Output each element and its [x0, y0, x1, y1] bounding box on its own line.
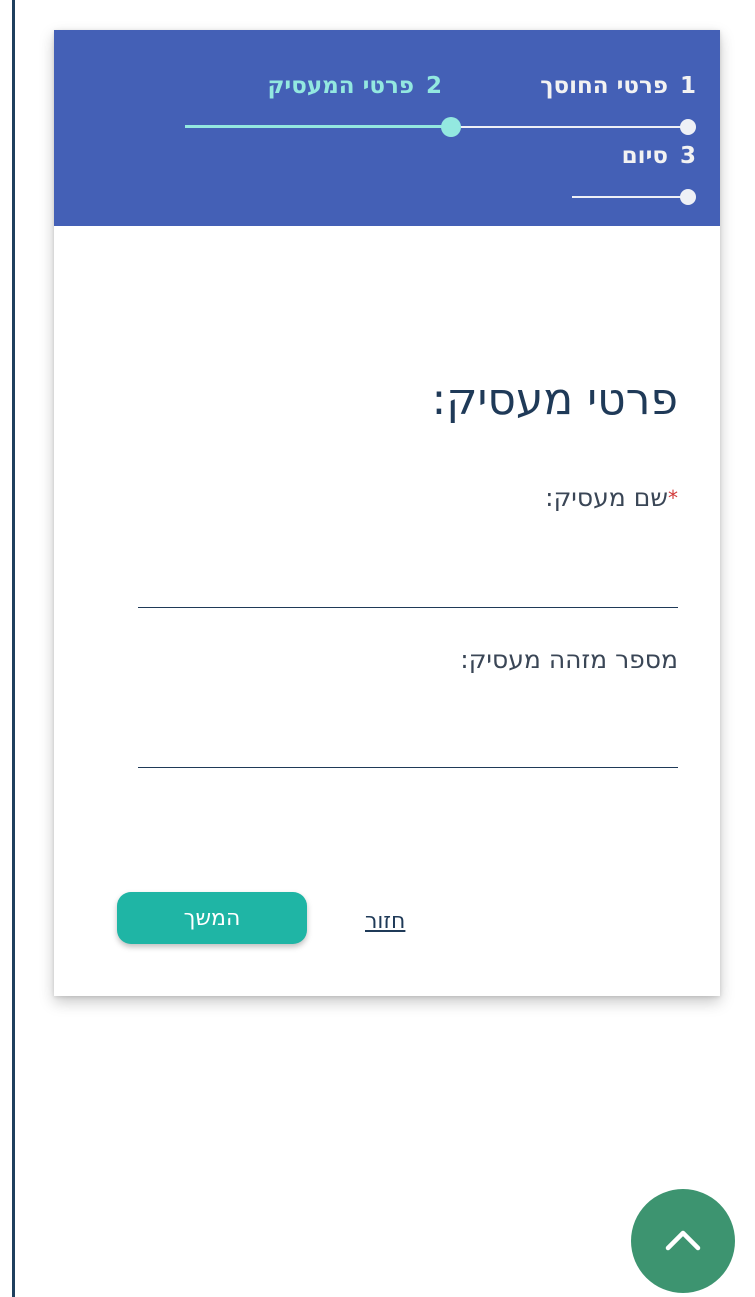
chevron-up-icon [663, 1227, 703, 1256]
step-3[interactable]: 3 סיום [622, 142, 696, 170]
step-2-dot [441, 117, 461, 137]
step-1[interactable]: 1 פרטי החוסך [540, 72, 696, 100]
step-2-label: פרטי המעסיק [267, 73, 414, 99]
form-card: 1 פרטי החוסך 2 פרטי המעסיק 3 סיום פרטי מ… [54, 30, 720, 996]
back-link[interactable]: חזור [365, 908, 405, 936]
progress-stepper: 1 פרטי החוסך 2 פרטי המעסיק 3 סיום [54, 30, 720, 226]
employer-id-label: מספר מזהה מעסיק: [460, 645, 678, 674]
step-1-number: 1 [679, 73, 696, 99]
step-2[interactable]: 2 פרטי המעסיק [268, 72, 443, 100]
step-3-track [572, 196, 686, 198]
left-border-divider [12, 0, 15, 1297]
employer-name-input[interactable] [138, 567, 678, 608]
step-1-track [452, 126, 686, 128]
step-3-label: סיום [621, 143, 668, 169]
step-1-dot [680, 119, 696, 135]
step-3-number: 3 [679, 143, 696, 169]
continue-button[interactable]: המשך [117, 892, 307, 944]
step-3-dot [680, 189, 696, 205]
page: 1 פרטי החוסך 2 פרטי המעסיק 3 סיום פרטי מ… [0, 0, 755, 1297]
employer-name-label-text: שם מעסיק: [545, 483, 668, 512]
scroll-to-top-button[interactable] [631, 1189, 735, 1293]
employer-name-label: *שם מעסיק: [545, 482, 678, 514]
employer-id-input[interactable] [138, 727, 678, 768]
step-2-number: 2 [425, 73, 442, 99]
step-2-track [185, 125, 451, 128]
form-title: פרטי מעסיק: [431, 374, 678, 425]
step-1-label: פרטי החוסך [540, 73, 668, 99]
required-asterisk: * [668, 486, 678, 510]
